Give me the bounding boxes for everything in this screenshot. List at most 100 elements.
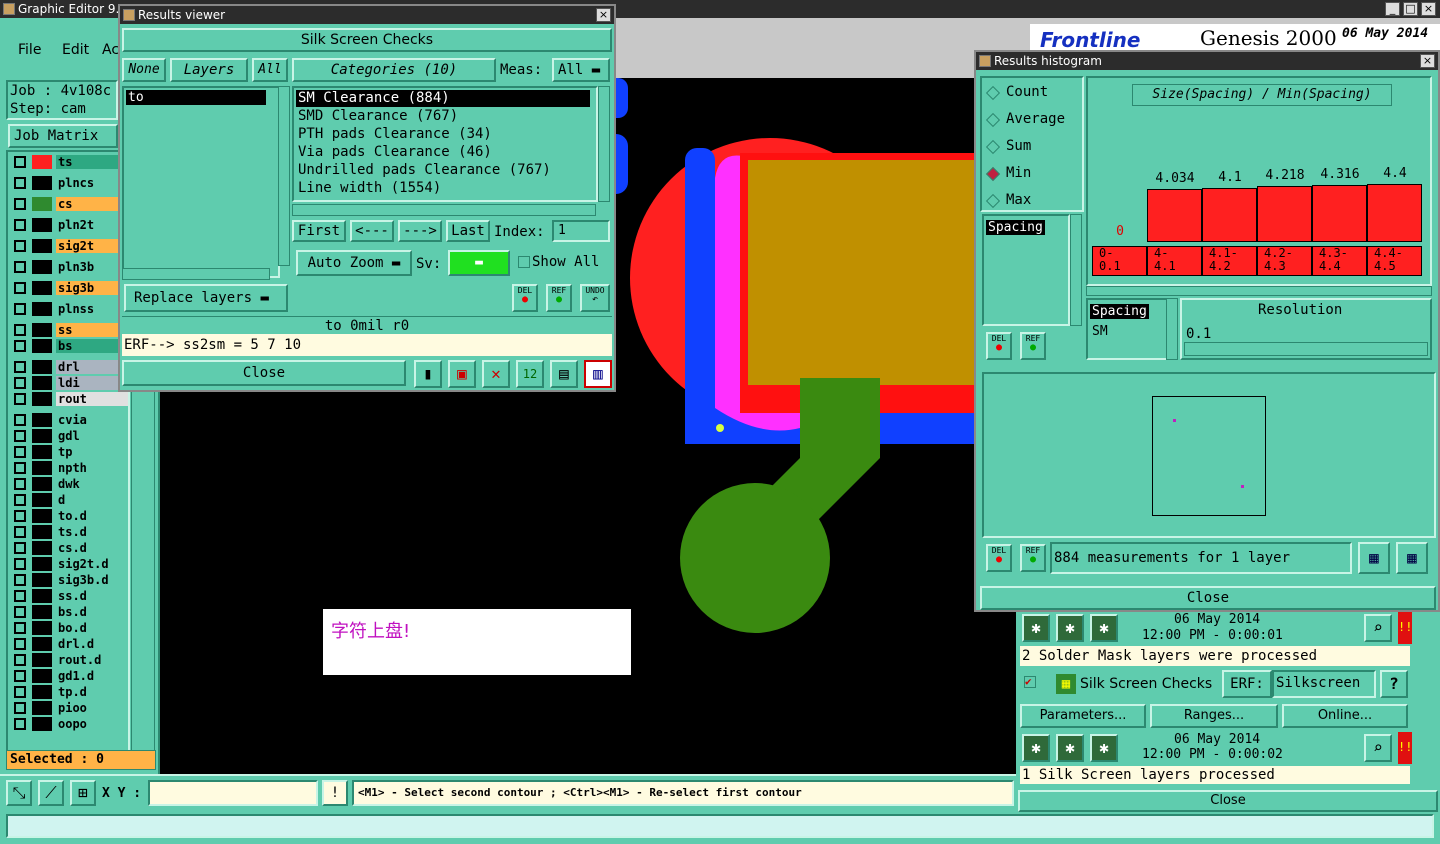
layer-name[interactable]: ts.d: [56, 525, 128, 539]
layer-name[interactable]: dwk: [56, 477, 128, 491]
radio-sum[interactable]: [985, 139, 1001, 155]
layer-checkbox[interactable]: [14, 510, 26, 522]
layer-name[interactable]: gdl: [56, 429, 128, 443]
layer-color-swatch[interactable]: [32, 573, 52, 587]
layer-row[interactable]: sig2t.d: [12, 557, 128, 571]
layer-row[interactable]: drl: [12, 360, 128, 374]
layer-checkbox[interactable]: [14, 414, 26, 426]
run-all-icon-2[interactable]: ✱: [1056, 734, 1084, 762]
layer-row[interactable]: cvia: [12, 413, 128, 427]
layer-name[interactable]: cvia: [56, 413, 128, 427]
results-viewer-close-icon[interactable]: ×: [596, 8, 611, 22]
layer-color-swatch[interactable]: [32, 541, 52, 555]
stop-icon[interactable]: ✱: [1090, 614, 1118, 642]
no-ref-icon[interactable]: ✕: [482, 360, 510, 388]
close-window-button[interactable]: ×: [1421, 2, 1436, 16]
layer-name[interactable]: drl.d: [56, 637, 128, 651]
layer-row[interactable]: to.d: [12, 509, 128, 523]
layer-checkbox[interactable]: [14, 558, 26, 570]
layer-name[interactable]: sig3b.d: [56, 573, 128, 587]
layer-result-item[interactable]: to: [126, 90, 266, 105]
replace-layers-button[interactable]: Replace layers ▬: [124, 284, 288, 312]
layer-color-swatch[interactable]: [32, 477, 52, 491]
layer-color-swatch[interactable]: [32, 653, 52, 667]
layer-row[interactable]: rout.d: [12, 653, 128, 667]
layer-checkbox[interactable]: [14, 542, 26, 554]
layer-checkbox[interactable]: [14, 478, 26, 490]
run-icon-2[interactable]: ✱: [1022, 734, 1050, 762]
layer-color-swatch[interactable]: [32, 525, 52, 539]
category-item[interactable]: SM Clearance (884): [296, 90, 590, 107]
layer-color-swatch[interactable]: [32, 461, 52, 475]
layer-color-swatch[interactable]: [32, 669, 52, 683]
layer-row[interactable]: plnss: [12, 302, 128, 316]
layer-row[interactable]: pioo: [12, 701, 128, 715]
layer-checkbox[interactable]: [14, 303, 26, 315]
layer-color-swatch[interactable]: [32, 413, 52, 427]
report-icon[interactable]: ▣: [448, 360, 476, 388]
chart-hscroll[interactable]: [1086, 286, 1432, 296]
layer-row[interactable]: npth: [12, 461, 128, 475]
radio-min[interactable]: [985, 166, 1001, 182]
menu-actions[interactable]: Ac: [102, 42, 119, 58]
layer-row[interactable]: d: [12, 493, 128, 507]
last-button[interactable]: Last: [446, 220, 490, 242]
layer-row[interactable]: ts: [12, 155, 128, 169]
layer-checkbox[interactable]: [14, 574, 26, 586]
all-button[interactable]: All: [252, 58, 288, 82]
notes-icon[interactable]: ▤: [550, 360, 578, 388]
category-item[interactable]: Undrilled pads Clearance (767): [296, 162, 590, 179]
layer-row[interactable]: ss: [12, 323, 128, 337]
category-scrollbar[interactable]: [598, 86, 610, 202]
layer-checkbox[interactable]: [14, 340, 26, 352]
categories-button[interactable]: Categories (10): [292, 58, 496, 82]
category-hscroll[interactable]: [292, 204, 596, 216]
stop-icon-2[interactable]: ✱: [1090, 734, 1118, 762]
xy-input[interactable]: [148, 780, 318, 806]
layer-checkbox[interactable]: [14, 494, 26, 506]
histogram-bar[interactable]: [1367, 184, 1422, 242]
layer-checkbox[interactable]: [14, 393, 26, 405]
layer-row[interactable]: tp: [12, 445, 128, 459]
layer-checkbox[interactable]: [14, 526, 26, 538]
layer-color-swatch[interactable]: [32, 445, 52, 459]
layer-row[interactable]: rout: [12, 392, 128, 406]
index-input[interactable]: 1: [552, 220, 610, 242]
ranges-button[interactable]: Ranges...: [1150, 704, 1278, 728]
layer-row[interactable]: sig2t: [12, 239, 128, 253]
layer-color-swatch[interactable]: [32, 281, 52, 295]
layer-color-swatch[interactable]: [32, 621, 52, 635]
layer-checkbox[interactable]: [14, 361, 26, 373]
histogram-icon[interactable]: ▥: [584, 360, 612, 388]
layer-color-swatch[interactable]: [32, 376, 52, 390]
layer-color-swatch[interactable]: [32, 637, 52, 651]
minimize-button[interactable]: _: [1385, 2, 1400, 16]
histogram-close-icon[interactable]: ×: [1420, 54, 1435, 68]
bar-icon[interactable]: ▮: [414, 360, 442, 388]
layer-row[interactable]: cs.d: [12, 541, 128, 555]
layer-checkbox[interactable]: [14, 606, 26, 618]
warning-button[interactable]: !: [322, 780, 348, 806]
layer-row[interactable]: gd1.d: [12, 669, 128, 683]
parameters-button[interactable]: Parameters...: [1020, 704, 1146, 728]
layer-name[interactable]: gd1.d: [56, 669, 128, 683]
job-matrix-button[interactable]: Job Matrix: [8, 124, 118, 148]
silk-check-checkbox[interactable]: ✔: [1024, 676, 1036, 688]
histogram-bar[interactable]: [1147, 188, 1202, 242]
layer-checkbox[interactable]: [14, 219, 26, 231]
layer-results-scrollbar[interactable]: [278, 86, 290, 266]
erf-button[interactable]: ERF:: [1222, 670, 1272, 698]
spacing-item[interactable]: Spacing: [1090, 304, 1149, 319]
layer-name[interactable]: pioo: [56, 701, 128, 715]
layer-checkbox[interactable]: [14, 686, 26, 698]
layer-row[interactable]: pln3b: [12, 260, 128, 274]
layer-color-swatch[interactable]: [32, 557, 52, 571]
none-button[interactable]: None: [122, 58, 166, 82]
hist-del-button[interactable]: DEL ●: [986, 332, 1012, 360]
help-button[interactable]: ?: [1380, 670, 1408, 698]
layer-checkbox[interactable]: [14, 462, 26, 474]
layer-checkbox[interactable]: [14, 240, 26, 252]
layer-name[interactable]: ss.d: [56, 589, 128, 603]
layer-results-hscroll[interactable]: [122, 268, 270, 280]
layer-name[interactable]: bs.d: [56, 605, 128, 619]
